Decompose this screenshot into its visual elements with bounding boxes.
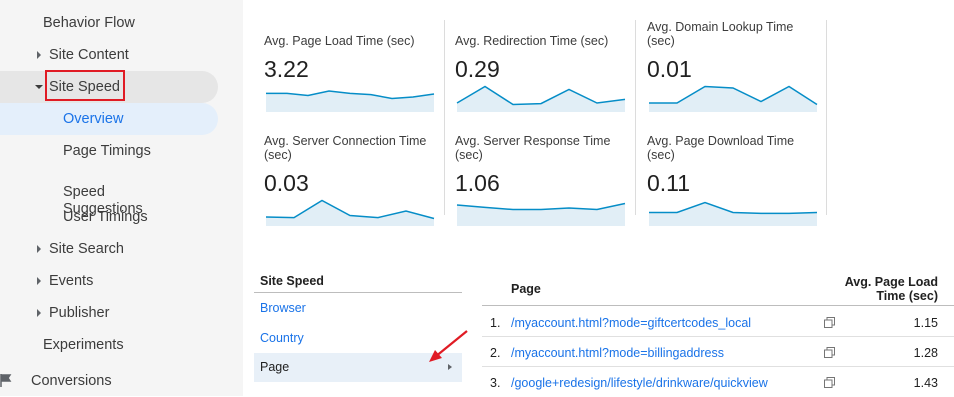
sidebar-item-events[interactable]: Events [37, 265, 94, 297]
sparkline-chart [649, 85, 818, 112]
row-index: 2. [490, 346, 501, 360]
sidebar-item-experiments[interactable]: Experiments [43, 329, 124, 361]
table-row: 3. /google+redesign/lifestyle/drinkware/… [482, 367, 954, 397]
sidebar-item-conversions[interactable]: Conversions [31, 365, 112, 397]
page-link[interactable]: /myaccount.html?mode=giftcertcodes_local [511, 316, 751, 330]
metric-title: Avg. Domain Lookup Time (sec) [647, 20, 794, 48]
row-index: 3. [490, 376, 501, 390]
sidebar-item-behavior-flow[interactable]: Behavior Flow [43, 7, 135, 39]
tile-divider [826, 20, 827, 215]
sidebar-item-site-search[interactable]: Site Search [37, 233, 124, 265]
sidebar-item-label: Events [49, 273, 94, 289]
metric-tile[interactable]: Avg. Page Load Time (sec) 3.22 [264, 34, 444, 144]
red-arrow-annotation [429, 330, 468, 362]
sparkline-chart [266, 90, 435, 112]
metric-value: 1.28 [913, 346, 938, 360]
chevron-right-icon [37, 277, 41, 285]
divider [254, 292, 462, 293]
sparkline-chart [456, 202, 626, 226]
column-header-page[interactable]: Page [511, 282, 541, 296]
sidebar-item-label: Conversions [31, 373, 112, 389]
sparkline-chart [456, 85, 626, 112]
sidebar-nav: Behavior Flow Site Content Site Speed Ov… [0, 0, 243, 396]
metric-value: 1.43 [913, 376, 938, 390]
chevron-right-icon [37, 309, 41, 317]
chevron-right-icon [37, 51, 41, 59]
chevron-down-icon [35, 85, 43, 89]
sparkline-area [266, 200, 434, 226]
flag-icon [0, 374, 12, 387]
table-row: 2. /myaccount.html?mode=billingaddress 1… [482, 337, 954, 367]
sidebar-item-label: Page Timings [63, 143, 151, 159]
metric-tile[interactable]: Avg. Server Response Time (sec) 1.06 [455, 134, 630, 244]
sidebar-item-label: Overview [63, 111, 124, 127]
metric-title: Avg. Page Download Time (sec) [647, 134, 795, 162]
metric-title: Avg. Redirection Time (sec) [455, 34, 609, 48]
sparkline-chart [649, 201, 818, 226]
page-link[interactable]: /google+redesign/lifestyle/drinkware/qui… [511, 376, 768, 390]
sidebar-item-overview[interactable]: Overview [63, 103, 123, 135]
sidebar-item-label: Experiments [43, 337, 124, 353]
chevron-right-icon [37, 245, 41, 253]
sidebar-item-label: Publisher [49, 305, 110, 321]
column-header-metric[interactable]: Avg. Page Load Time (sec) [818, 275, 938, 303]
table-row: 1. /myaccount.html?mode=giftcertcodes_lo… [482, 307, 954, 337]
sparkline-line [649, 201, 818, 215]
divider [482, 305, 954, 306]
dimension-link-browser[interactable]: Browser [260, 301, 306, 315]
sparkline-area [649, 86, 817, 112]
metric-title: Avg. Page Load Time (sec) [264, 34, 415, 48]
metric-title: Avg. Server Connection Time (sec) [264, 134, 427, 162]
sidebar-item-page-timings[interactable]: Page Timings [63, 135, 151, 167]
sidebar-item-site-content[interactable]: Site Content [37, 39, 129, 71]
sidebar-item-label: Site Content [49, 47, 129, 63]
sidebar-item-publisher[interactable]: Publisher [37, 297, 110, 329]
open-in-new-icon[interactable] [824, 347, 835, 358]
metric-tile[interactable]: Avg. Domain Lookup Time (sec) 0.01 [647, 20, 818, 130]
metric-value: 1.15 [913, 316, 938, 330]
metric-tile[interactable]: Avg. Redirection Time (sec) 0.29 [455, 34, 635, 144]
dimension-header: Site Speed [260, 274, 324, 288]
tile-divider [635, 20, 636, 215]
open-in-new-icon[interactable] [824, 317, 835, 328]
sparkline-area [457, 86, 625, 112]
open-in-new-icon[interactable] [824, 377, 835, 388]
page-link[interactable]: /myaccount.html?mode=billingaddress [511, 346, 724, 360]
tile-divider [444, 20, 445, 215]
row-index: 1. [490, 316, 501, 330]
sidebar-item-label: Site Search [49, 241, 124, 257]
sidebar-item-label: User Timings [63, 209, 148, 225]
sparkline-chart [265, 199, 435, 226]
metric-tile[interactable]: Avg. Server Connection Time (sec) 0.03 [264, 134, 439, 244]
chevron-right-icon [448, 364, 452, 370]
dimension-label: Page [260, 360, 290, 374]
highlight-box [45, 70, 125, 101]
metric-tile[interactable]: Avg. Page Download Time (sec) 0.11 [647, 134, 818, 244]
sidebar-item-label: Behavior Flow [43, 15, 135, 31]
metric-title: Avg. Server Response Time (sec) [455, 134, 611, 162]
dimension-link-country[interactable]: Country [260, 331, 304, 345]
sidebar-item-user-timings[interactable]: User Timings [63, 201, 148, 233]
sparkline-area [649, 202, 817, 226]
